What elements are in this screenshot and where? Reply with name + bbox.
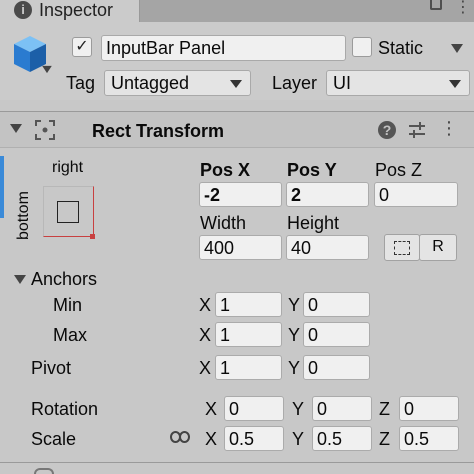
pivot-y-field[interactable]: 0: [303, 355, 370, 380]
pos-z-label: Pos Z: [375, 160, 423, 180]
tag-dropdown[interactable]: Untagged: [104, 70, 251, 96]
scale-x-field[interactable]: 0.5: [224, 426, 284, 451]
rotation-z-axis-label: Z: [379, 399, 390, 419]
pivot-x-field[interactable]: 1: [215, 355, 282, 380]
pivot-y-axis-label: Y: [288, 358, 301, 378]
anchor-rect-icon: [57, 201, 79, 223]
pos-y-label: Pos Y: [287, 160, 337, 180]
rotation-y-axis-label: Y: [292, 399, 305, 419]
pivot-x-axis-label: X: [199, 358, 212, 378]
scale-x-axis-label: X: [205, 429, 218, 449]
static-dropdown-icon[interactable]: [451, 44, 463, 53]
rotation-y-field[interactable]: 0: [312, 396, 372, 421]
next-component-icon: [34, 468, 54, 474]
scale-z-field[interactable]: 0.5: [399, 426, 459, 451]
min-x-axis-label: X: [199, 295, 212, 315]
tag-label: Tag: [66, 73, 96, 93]
component-header[interactable]: [0, 112, 474, 148]
layer-dropdown[interactable]: UI: [326, 70, 470, 96]
pivot-label: Pivot: [31, 358, 72, 378]
max-y-field[interactable]: 0: [303, 322, 370, 347]
scale-z-axis-label: Z: [379, 429, 390, 449]
cube-dropdown-icon[interactable]: [42, 65, 52, 74]
pos-z-field[interactable]: 0: [374, 182, 458, 207]
rotation-x-field[interactable]: 0: [224, 396, 284, 421]
divider: [0, 462, 474, 463]
scale-y-field[interactable]: 0.5: [312, 426, 372, 451]
height-field[interactable]: 40: [286, 235, 369, 260]
max-x-axis-label: X: [199, 325, 212, 345]
rect-transform-icon: [35, 120, 55, 140]
tag-value: Untagged: [111, 73, 190, 93]
blueprint-mode-button[interactable]: [384, 234, 420, 261]
anchor-point-icon: [90, 234, 95, 239]
rotation-label: Rotation: [31, 399, 99, 419]
link-icon[interactable]: [170, 430, 190, 444]
component-title: Rect Transform: [92, 121, 225, 141]
menu-icon[interactable]: ⋮: [440, 117, 458, 139]
max-label: Max: [53, 325, 88, 345]
width-label: Width: [200, 213, 247, 233]
anchor-h-label: right: [52, 159, 84, 176]
info-icon: i: [14, 1, 32, 19]
static-label: Static: [378, 38, 424, 58]
scale-label: Scale: [31, 429, 77, 449]
pos-x-label: Pos X: [200, 160, 251, 180]
layer-value: UI: [333, 73, 351, 93]
min-y-axis-label: Y: [288, 295, 301, 315]
scale-y-axis-label: Y: [292, 429, 305, 449]
static-checkbox[interactable]: [352, 37, 372, 57]
rotation-x-axis-label: X: [205, 399, 218, 419]
chevron-down-icon: [449, 80, 461, 88]
anchors-foldout-icon[interactable]: [14, 275, 26, 284]
blueprint-icon: [394, 241, 410, 255]
layer-label: Layer: [272, 73, 318, 93]
min-x-field[interactable]: 1: [215, 292, 282, 317]
rotation-z-field[interactable]: 0: [399, 396, 459, 421]
min-y-field[interactable]: 0: [303, 292, 370, 317]
anchor-v-label: bottom: [15, 191, 32, 240]
min-label: Min: [53, 295, 83, 315]
max-y-axis-label: Y: [288, 325, 301, 345]
width-field[interactable]: 400: [199, 235, 282, 260]
tab-title: Inspector: [39, 0, 114, 20]
menu-icon[interactable]: ⋮: [455, 0, 471, 16]
modified-indicator: [0, 156, 4, 218]
anchor-preset-button[interactable]: [43, 186, 95, 239]
help-icon[interactable]: ?: [378, 121, 396, 139]
settings-icon[interactable]: [407, 121, 427, 139]
foldout-arrow-icon[interactable]: [10, 124, 22, 133]
pos-x-field[interactable]: -2: [199, 182, 282, 207]
chevron-down-icon: [230, 80, 242, 88]
raw-edit-button[interactable]: R: [419, 234, 457, 261]
pos-y-field[interactable]: 2: [286, 182, 369, 207]
lock-icon[interactable]: [430, 0, 442, 10]
object-name-field[interactable]: InputBar Panel: [101, 35, 346, 61]
anchors-label[interactable]: Anchors: [31, 268, 97, 290]
active-checkbox[interactable]: ✓: [72, 37, 92, 57]
height-label: Height: [287, 213, 340, 233]
max-x-field[interactable]: 1: [215, 322, 282, 347]
